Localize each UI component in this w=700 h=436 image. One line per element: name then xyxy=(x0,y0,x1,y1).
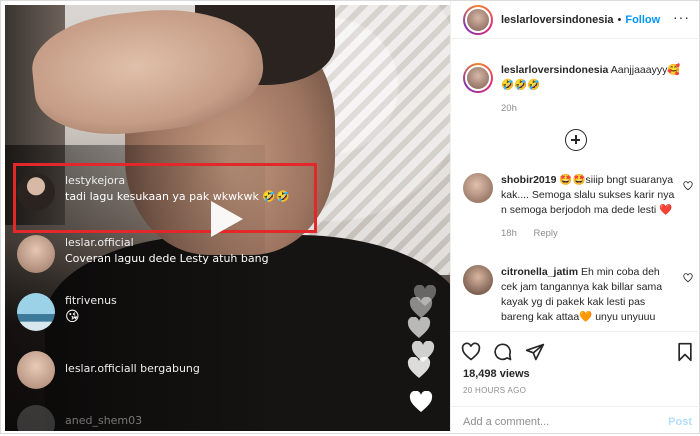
load-more-comments-icon[interactable] xyxy=(565,129,587,151)
avatar xyxy=(17,405,55,431)
live-comment-text: Coveran laguu dede Lesty atuh bang xyxy=(65,252,269,265)
live-comment-user: leslar.officiall bergabung xyxy=(65,362,200,375)
avatar[interactable] xyxy=(463,173,493,203)
heart-icon xyxy=(409,297,433,318)
add-comment-input[interactable]: Add a comment... xyxy=(463,416,549,428)
heart-icon xyxy=(407,317,431,338)
instagram-post-frame: lestykejora tadi lagu kesukaan ya pak wk… xyxy=(0,0,700,435)
header-username[interactable]: leslarloversindonesia xyxy=(501,14,614,26)
avatar xyxy=(17,293,55,331)
avatar xyxy=(17,351,55,389)
comment-icon[interactable] xyxy=(493,342,513,362)
play-icon[interactable] xyxy=(199,195,247,243)
action-bar: 18,498 views 20 HOURS AGO Add a comment.… xyxy=(451,331,700,435)
live-comment: fitrivenus 😘 xyxy=(17,293,117,331)
avatar[interactable] xyxy=(463,4,493,35)
heart-outline-icon[interactable] xyxy=(683,273,693,283)
comment-item: shobir2019 🤩🤩siiip bngt suaranya kak....… xyxy=(463,173,693,241)
live-comment: aned_shem03 xyxy=(17,405,142,431)
live-comment-user: aned_shem03 xyxy=(65,414,143,427)
avatar[interactable] xyxy=(463,265,493,295)
like-icon[interactable] xyxy=(461,342,481,362)
live-video[interactable]: lestykejora tadi lagu kesukaan ya pak wk… xyxy=(5,5,450,431)
heart-icon xyxy=(409,391,433,412)
live-comment-text: 😘 xyxy=(65,309,80,325)
post-button[interactable]: Post xyxy=(668,416,692,428)
post-sidebar: leslarloversindonesia • Follow ··· lesla… xyxy=(450,1,700,435)
header-separator: • xyxy=(617,13,622,26)
reply-button[interactable]: Reply xyxy=(534,228,558,239)
post-time: 20 HOURS AGO xyxy=(463,386,527,395)
comment-username[interactable]: shobir2019 xyxy=(501,174,556,186)
live-comment: leslar.officiall bergabung xyxy=(17,351,200,389)
add-comment-bar: Add a comment... Post xyxy=(451,406,700,436)
share-icon[interactable] xyxy=(525,342,545,362)
heart-outline-icon[interactable] xyxy=(683,181,693,191)
floating-hearts xyxy=(407,285,441,431)
view-count[interactable]: 18,498 views xyxy=(463,368,530,380)
comment-time[interactable]: 18h xyxy=(501,228,517,239)
comment-item: citronella_jatim Eh min coba deh cek jam… xyxy=(463,265,693,325)
heart-icon xyxy=(407,357,431,378)
avatar[interactable] xyxy=(463,63,493,93)
post-header: leslarloversindonesia • Follow ··· xyxy=(451,1,700,39)
avatar xyxy=(17,235,55,273)
live-comment-user: fitrivenus xyxy=(65,294,117,307)
caption-username[interactable]: leslarloversindonesia xyxy=(501,64,608,76)
highlight-box xyxy=(13,163,317,233)
follow-button[interactable]: Follow xyxy=(625,14,660,26)
caption: leslarloversindonesia Aanjjaaayyy🥰🤣🤣🤣 20… xyxy=(463,63,693,116)
comment-username[interactable]: citronella_jatim xyxy=(501,266,578,278)
more-options-icon[interactable]: ··· xyxy=(673,9,690,25)
save-icon[interactable] xyxy=(675,342,695,362)
caption-time[interactable]: 20h xyxy=(501,103,517,114)
